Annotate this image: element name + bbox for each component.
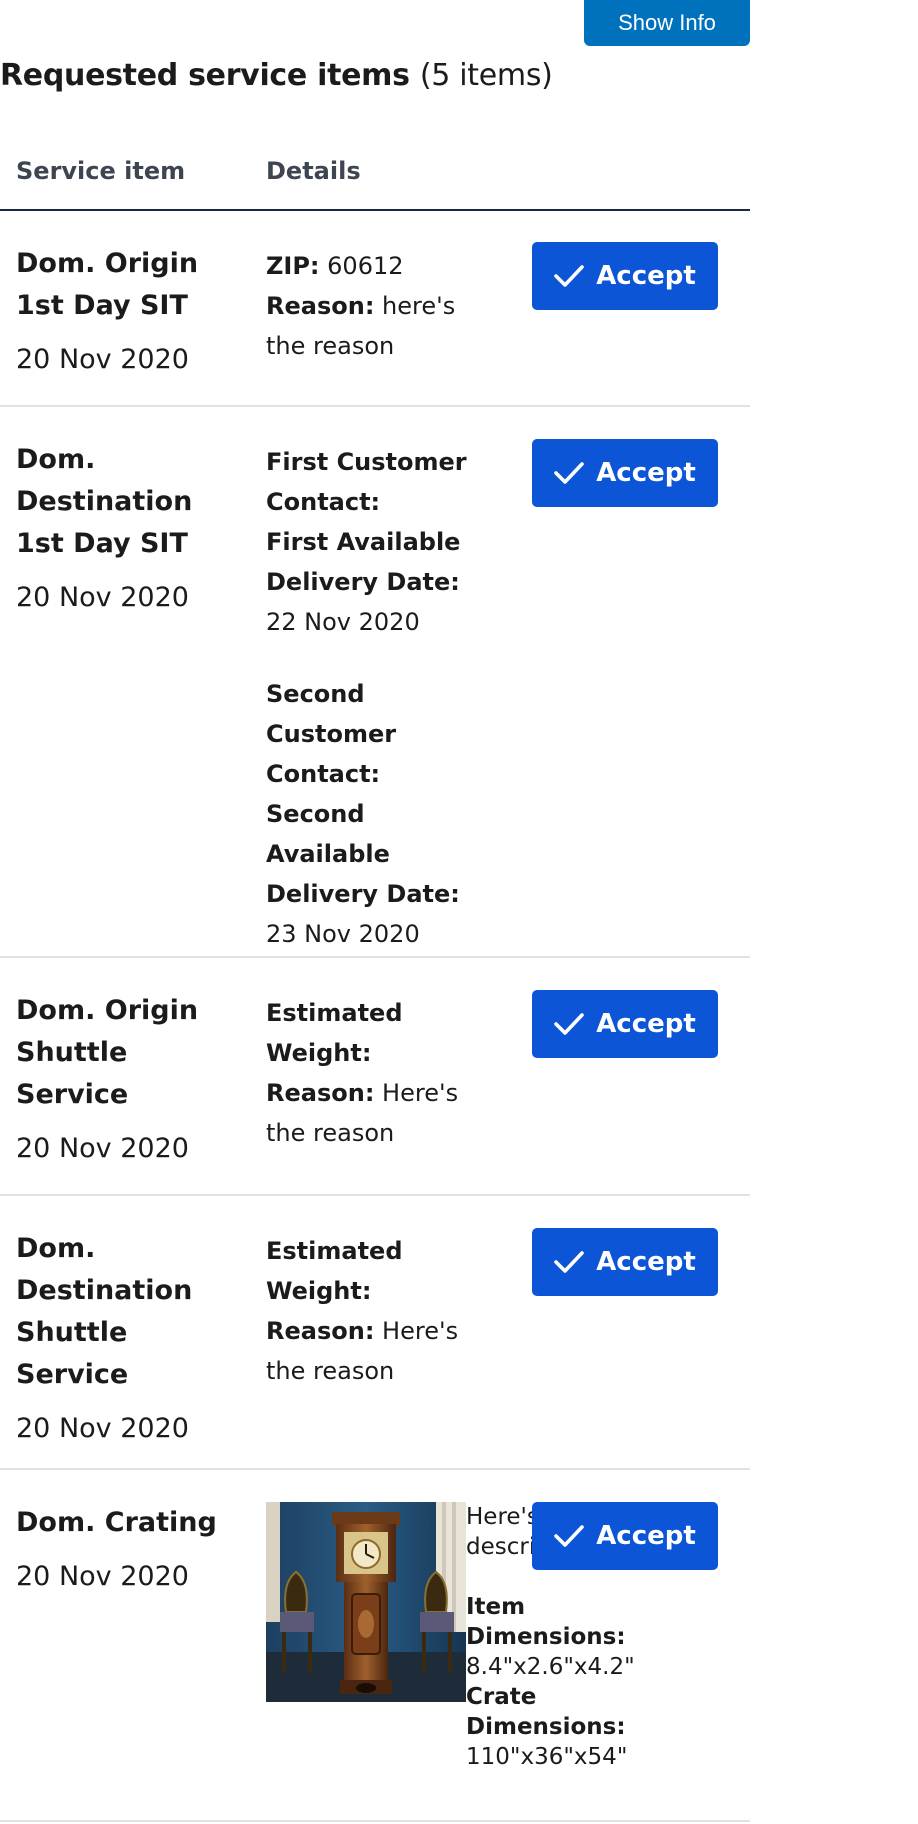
service-item-date: 20 Nov 2020 (16, 1133, 189, 1164)
service-item-cell: Dom. Destination Shuttle Service 20 Nov … (16, 1228, 236, 1450)
service-item-date: 20 Nov 2020 (16, 582, 189, 613)
accept-label: Accept (596, 1521, 696, 1551)
service-item-name: Dom. Destination Shuttle Service (16, 1233, 193, 1390)
service-item-date: 20 Nov 2020 (16, 1561, 189, 1592)
service-item-cell: Dom. Origin 1st Day SIT 20 Nov 2020 (16, 243, 236, 381)
service-item-cell: Dom. Destination 1st Day SIT 20 Nov 2020 (16, 439, 236, 619)
detail-label: Estimated Weight: (266, 999, 403, 1067)
detail-item-dimensions: Item Dimensions: 8.4"x2.6"x4.2" (466, 1592, 666, 1682)
detail-estimated-weight: Estimated Weight: (266, 1231, 496, 1311)
details-cell: Estimated Weight: Reason: Here's the rea… (266, 993, 496, 1153)
table-row: Dom. Destination 1st Day SIT 20 Nov 2020… (0, 407, 750, 958)
detail-value: 60612 (319, 252, 404, 280)
service-item-cell: Dom. Origin Shuttle Service 20 Nov 2020 (16, 990, 236, 1170)
detail-reason: Reason: Here's the reason (266, 1073, 496, 1153)
accept-label: Accept (596, 1009, 696, 1039)
accept-button[interactable]: Accept (532, 242, 718, 310)
service-item-name: Dom. Destination 1st Day SIT (16, 444, 193, 559)
details-cell: ZIP: 60612 Reason: here's the reason (266, 246, 496, 366)
service-item-name: Dom. Origin Shuttle Service (16, 995, 199, 1110)
service-item-name: Dom. Crating (16, 1507, 217, 1538)
detail-label: Item Dimensions: (466, 1594, 626, 1650)
accept-label: Accept (596, 458, 696, 488)
accept-label: Accept (596, 1247, 696, 1277)
checkmark-icon (554, 1251, 584, 1273)
details-cell: First Customer Contact: First Available … (266, 442, 496, 954)
detail-estimated-weight: Estimated Weight: (266, 993, 496, 1073)
detail-reason: Reason: here's the reason (266, 286, 496, 366)
detail-label: Reason: (266, 1079, 375, 1107)
detail-first-available-delivery-date: First Available Delivery Date: 22 Nov 20… (266, 522, 496, 642)
detail-value: 22 Nov 2020 (266, 608, 420, 636)
detail-value: 23 Nov 2020 (266, 920, 420, 948)
detail-second-customer-contact: Second Customer Contact: (266, 674, 496, 794)
detail-label: Estimated Weight: (266, 1237, 403, 1305)
column-header-service-item: Service item (16, 157, 186, 185)
table-row: Dom. Crating 20 Nov 2020 Here's the desc… (0, 1470, 750, 1822)
page: Show Info Requested service items (5 ite… (0, 0, 918, 1824)
section-title: Requested service items (5 items) (0, 54, 553, 98)
table-row: Dom. Origin 1st Day SIT 20 Nov 2020 ZIP:… (0, 211, 750, 407)
detail-label: First Available Delivery Date: (266, 528, 461, 596)
detail-label: Second Available Delivery Date: (266, 800, 460, 908)
column-header-details: Details (266, 157, 361, 185)
detail-second-available-delivery-date: Second Available Delivery Date: 23 Nov 2… (266, 794, 496, 954)
accept-button[interactable]: Accept (532, 1502, 718, 1570)
show-info-button[interactable]: Show Info (584, 0, 750, 46)
detail-label: First Customer Contact: (266, 448, 467, 516)
detail-value: 8.4"x2.6"x4.2" (466, 1654, 635, 1680)
checkmark-icon (554, 265, 584, 287)
detail-label: Reason: (266, 292, 375, 320)
checkmark-icon (554, 462, 584, 484)
detail-value: 110"x36"x54" (466, 1744, 628, 1770)
detail-label: Second Customer Contact: (266, 680, 397, 788)
detail-crate-dimensions: Crate Dimensions: 110"x36"x54" (466, 1682, 666, 1772)
item-count: (5 items) (419, 58, 553, 93)
detail-reason: Reason: Here's the reason (266, 1311, 496, 1391)
section-title-text: Requested service items (0, 58, 410, 93)
detail-label: Reason: (266, 1317, 375, 1345)
grandfather-clock-photo-icon (266, 1502, 466, 1702)
table-row: Dom. Origin Shuttle Service 20 Nov 2020 … (0, 958, 750, 1196)
detail-zip: ZIP: 60612 (266, 246, 496, 286)
accept-button[interactable]: Accept (532, 439, 718, 507)
detail-label: Crate Dimensions: (466, 1684, 626, 1740)
table-header: Service item Details (0, 145, 750, 211)
service-item-date: 20 Nov 2020 (16, 344, 189, 375)
detail-label: ZIP: (266, 252, 320, 280)
accept-label: Accept (596, 261, 696, 291)
details-cell: Estimated Weight: Reason: Here's the rea… (266, 1231, 496, 1391)
checkmark-icon (554, 1013, 584, 1035)
accept-button[interactable]: Accept (532, 1228, 718, 1296)
checkmark-icon (554, 1525, 584, 1547)
accept-button[interactable]: Accept (532, 990, 718, 1058)
service-item-name: Dom. Origin 1st Day SIT (16, 248, 199, 321)
service-item-cell: Dom. Crating 20 Nov 2020 (16, 1502, 236, 1598)
table-row: Dom. Destination Shuttle Service 20 Nov … (0, 1196, 750, 1470)
service-item-date: 20 Nov 2020 (16, 1413, 189, 1444)
detail-first-customer-contact: First Customer Contact: (266, 442, 496, 522)
